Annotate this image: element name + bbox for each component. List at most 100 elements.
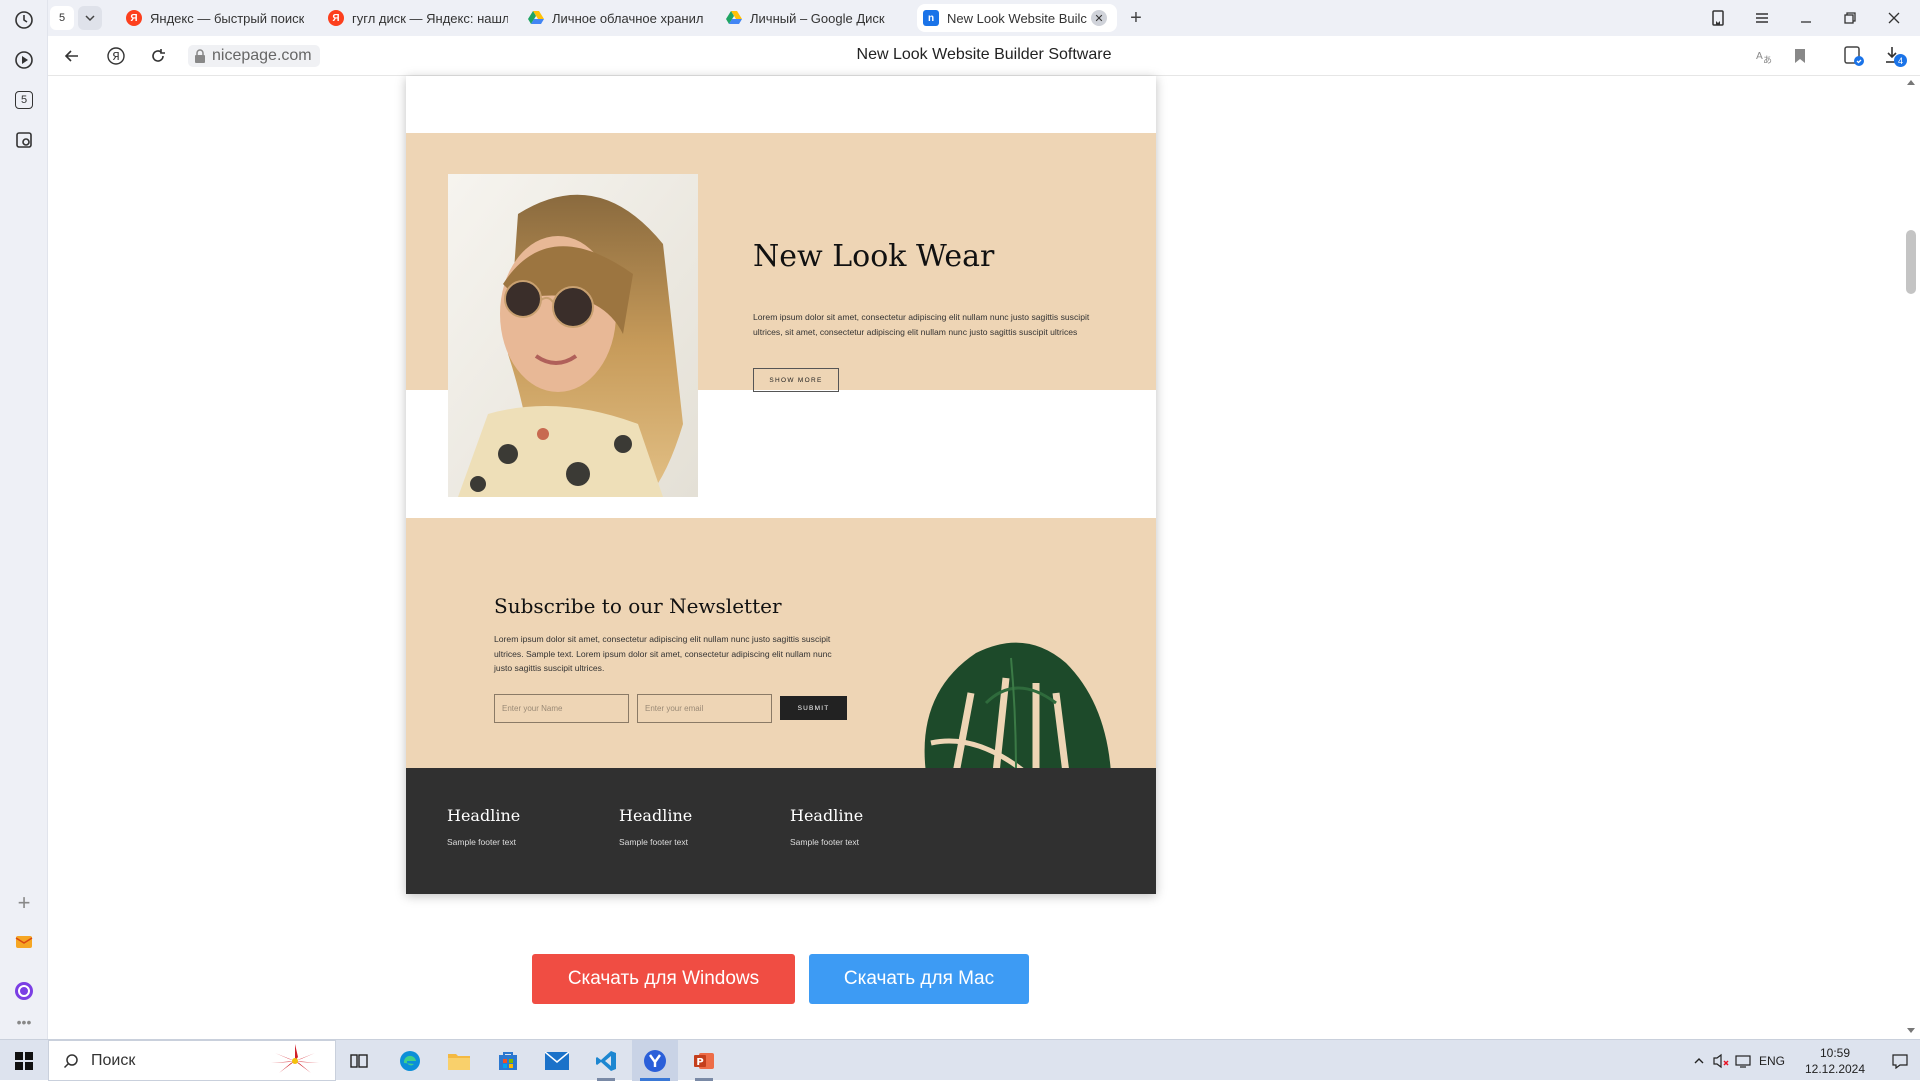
translate-icon[interactable]: Aあ [1754,46,1774,66]
menu-icon[interactable] [1752,8,1772,28]
taskbar-powerpoint[interactable]: P [681,1040,727,1081]
name-input[interactable]: Enter your Name [494,694,629,723]
footer-headline: Headline [447,806,521,825]
taskbar-search[interactable]: Поиск [48,1040,336,1081]
yandex-icon: Я [126,10,142,26]
close-tab-icon[interactable]: ✕ [1091,10,1107,26]
svg-text:あ: あ [1763,55,1772,66]
taskbar-vscode[interactable] [583,1040,629,1081]
search-label: Поиск [91,1051,136,1069]
footer-text: Sample footer text [447,837,516,847]
google-drive-icon [726,10,742,26]
footer-headline: Headline [790,806,864,825]
woman-sunglasses-photo [448,174,698,497]
yandex-browser-icon [644,1049,666,1072]
mail-app-icon[interactable] [12,930,36,954]
sidebar-counter-badge[interactable]: 5 [12,88,36,112]
downloads-button[interactable]: 4 [1884,44,1908,68]
windows-taskbar: Поиск P ENG 10:59 12.12.2024 [0,1039,1920,1081]
mail-icon [545,1051,569,1070]
download-windows-button[interactable]: Скачать для Windows [532,954,795,1004]
poinsettia-decoration-icon [271,1044,319,1073]
taskbar-edge[interactable] [387,1040,433,1081]
tab-label: гугл диск — Яндекс: нашл [352,10,508,26]
powerpoint-icon: P [694,1052,714,1069]
downloads-count-badge: 4 [1894,54,1907,67]
submit-button[interactable]: SUBMIT [780,696,847,720]
language-indicator[interactable]: ENG [1754,1050,1790,1072]
newsletter-text: Lorem ipsum dolor sit amet, consectetur … [494,634,832,673]
hero-text: Lorem ipsum dolor sit amet, consectetur … [753,312,1090,337]
video-play-icon[interactable] [12,48,36,72]
arrow-left-icon [64,50,78,62]
scroll-down-arrow-icon[interactable] [1907,1028,1915,1033]
email-input[interactable]: Enter your email [637,694,772,723]
tab-yandex-results[interactable]: Я гугл диск — Яндекс: нашл [328,4,508,32]
taskbar-file-explorer[interactable] [436,1040,482,1081]
reload-button[interactable] [146,44,170,68]
store-icon [499,1051,517,1070]
add-panel-icon[interactable]: + [12,890,36,915]
tab-cloud-storage[interactable]: Личное облачное хранил [528,4,714,32]
tab-label: Яндекс — быстрый поиск [150,10,305,26]
monstera-leaf-image [916,633,1116,768]
newsletter-title: Subscribe to our Newsletter [494,594,782,618]
taskbar-yandex-browser[interactable] [632,1040,678,1081]
download-mac-button[interactable]: Скачать для Mac [809,954,1029,1004]
page-scrollbar[interactable] [1902,76,1920,1039]
extension-icon[interactable] [1842,44,1866,68]
show-more-button[interactable]: SHOW MORE [753,368,839,392]
windows-logo-icon [15,1051,33,1070]
svg-text:P: P [696,1057,703,1068]
history-icon[interactable] [12,8,36,32]
tab-count-badge[interactable]: 5 [50,6,74,30]
search-icon [63,1053,78,1068]
new-tab-button[interactable]: + [1124,6,1148,30]
svg-text:A: A [1756,51,1763,62]
yandex-icon: Я [328,10,344,26]
task-view-icon [350,1053,368,1068]
folder-icon [448,1053,470,1070]
start-button[interactable] [0,1040,48,1081]
url-field[interactable]: nicepage.com [188,45,320,67]
alice-assistant-icon[interactable] [12,979,36,1003]
taskbar-mail[interactable] [534,1040,580,1081]
tab-nicepage[interactable]: n New Look Website Builc ✕ [917,4,1117,32]
scroll-up-arrow-icon[interactable] [1907,80,1915,85]
tab-bar: 5 Я Яндекс — быстрый поиск Я гугл диск —… [48,0,1920,36]
svg-text:Я: Я [112,50,120,63]
footer-text: Sample footer text [790,837,859,847]
tab-label: Личное облачное хранил [552,10,704,26]
task-view-button[interactable] [336,1040,382,1081]
more-dots-icon[interactable]: ••• [12,1010,36,1034]
chevron-up-icon[interactable] [1688,1050,1710,1072]
hero-section: New Look Wear Lorem ipsum dolor sit amet… [406,133,1156,518]
restore-icon[interactable] [1840,8,1860,28]
address-bar: New Look Website Builder Software Я nice… [48,36,1920,76]
notifications-icon[interactable] [1880,1050,1920,1072]
volume-muted-icon[interactable] [1710,1050,1732,1072]
tab-google-drive[interactable]: Личный – Google Диск [726,4,912,32]
collections-icon[interactable] [1708,8,1728,28]
scrollbar-thumb[interactable] [1906,230,1916,294]
minimize-icon[interactable] [1796,8,1816,28]
footer-headline: Headline [619,806,693,825]
page-title: New Look Website Builder Software [856,46,1112,63]
network-icon[interactable] [1732,1050,1754,1072]
footer-section: Headline Sample footer text Headline Sam… [406,768,1156,894]
clock-date: 12.12.2024 [1804,1061,1866,1076]
google-drive-icon [528,10,544,26]
screenshot-icon[interactable] [12,128,36,152]
chevron-down-icon [85,15,95,22]
bookmark-icon[interactable] [1790,46,1810,66]
hero-title: New Look Wear [753,239,995,274]
tab-yandex-search[interactable]: Я Яндекс — быстрый поиск [126,4,306,32]
taskbar-store[interactable] [485,1040,531,1081]
yandex-home-button[interactable]: Я [104,44,128,68]
top-white-section [406,76,1156,133]
close-window-icon[interactable] [1884,8,1904,28]
back-button[interactable] [60,44,84,68]
footer-column: Headline Sample footer text [790,806,863,847]
clock[interactable]: 10:59 12.12.2024 [1790,1045,1880,1077]
tabs-dropdown-button[interactable] [78,6,102,30]
